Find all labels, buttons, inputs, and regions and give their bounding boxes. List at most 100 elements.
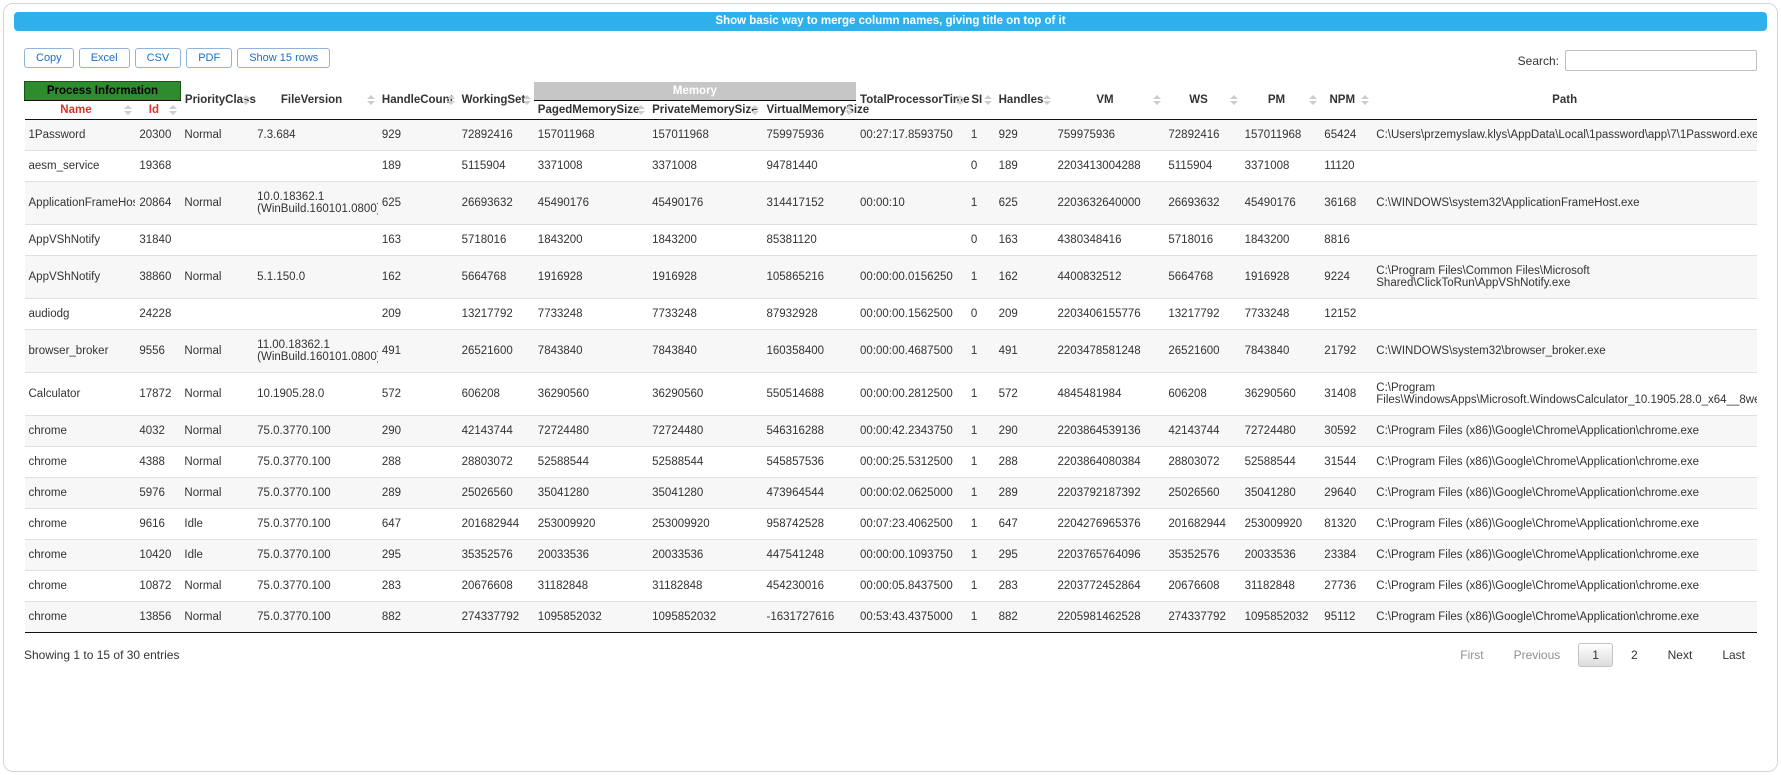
cell-totalprocessortime: 00:00:00.4687500: [856, 330, 967, 373]
csv-button[interactable]: CSV: [135, 48, 182, 68]
column-header-path[interactable]: Path: [1372, 82, 1757, 120]
cell-si: 1: [967, 447, 995, 478]
cell-pm: 52588544: [1241, 447, 1321, 478]
entries-info: Showing 1 to 15 of 30 entries: [24, 648, 179, 662]
cell-workingset: 26521600: [458, 330, 534, 373]
cell-handlecount: 572: [378, 373, 458, 416]
pagination-page-1[interactable]: 1: [1578, 643, 1613, 667]
cell-workingset: 5115904: [458, 151, 534, 182]
column-header-handles[interactable]: Handles: [995, 82, 1054, 120]
cell-ws: 28803072: [1164, 447, 1240, 478]
cell-name: ApplicationFrameHost: [25, 182, 136, 225]
column-header-totalprocessortime[interactable]: TotalProcessorTime: [856, 82, 967, 120]
search-input[interactable]: [1565, 50, 1757, 71]
cell-npm: 27736: [1320, 571, 1372, 602]
cell-name: chrome: [25, 571, 136, 602]
cell-handlecount: 209: [378, 299, 458, 330]
table-row: 1Password20300Normal7.3.6849297289241615…: [25, 120, 1758, 151]
cell-handlecount: 491: [378, 330, 458, 373]
cell-si: 0: [967, 225, 995, 256]
cell-virtualmemorysize: 550514688: [762, 373, 856, 416]
cell-privatememorysize: 157011968: [648, 120, 762, 151]
cell-id: 38860: [135, 256, 180, 299]
cell-totalprocessortime: 00:07:23.4062500: [856, 509, 967, 540]
cell-fileversion: 75.0.3770.100: [253, 447, 378, 478]
pagination-next[interactable]: Next: [1656, 644, 1705, 666]
pdf-button[interactable]: PDF: [186, 48, 232, 68]
cell-path: C:\WINDOWS\system32\browser_broker.exe: [1372, 330, 1757, 373]
cell-vm: 2203864080384: [1054, 447, 1165, 478]
column-header-ws[interactable]: WS: [1164, 82, 1240, 120]
cell-pagedmemorysize: 36290560: [534, 373, 648, 416]
column-header-virtualmemorysize[interactable]: VirtualMemorySize: [762, 101, 856, 120]
column-header-workingset[interactable]: WorkingSet: [458, 82, 534, 120]
toolbar: Copy Excel CSV PDF Show 15 rows Search:: [24, 48, 1757, 71]
cell-path: [1372, 151, 1757, 182]
cell-virtualmemorysize: 958742528: [762, 509, 856, 540]
cell-pm: 20033536: [1241, 540, 1321, 571]
cell-name: chrome: [25, 540, 136, 571]
cell-name: aesm_service: [25, 151, 136, 182]
cell-si: 1: [967, 373, 995, 416]
column-header-handlecount[interactable]: HandleCount: [378, 82, 458, 120]
cell-si: 1: [967, 602, 995, 633]
cell-handles: 929: [995, 120, 1054, 151]
cell-privatememorysize: 52588544: [648, 447, 762, 478]
pagination-page-2[interactable]: 2: [1619, 644, 1650, 666]
cell-si: 1: [967, 256, 995, 299]
column-label: PagedMemorySize: [538, 104, 640, 116]
excel-button[interactable]: Excel: [79, 48, 130, 68]
group-header-process-information: Process Information: [25, 82, 181, 101]
cell-fileversion: 75.0.3770.100: [253, 509, 378, 540]
column-header-privatememorysize[interactable]: PrivateMemorySize: [648, 101, 762, 120]
cell-name: chrome: [25, 447, 136, 478]
column-label: HandleCount: [382, 94, 454, 106]
column-header-pagedmemorysize[interactable]: PagedMemorySize: [534, 101, 648, 120]
cell-handles: 295: [995, 540, 1054, 571]
table-footer: Showing 1 to 15 of 30 entries First Prev…: [14, 633, 1767, 669]
cell-pm: 1843200: [1241, 225, 1321, 256]
cell-priorityclass: [180, 225, 253, 256]
column-header-id[interactable]: Id: [135, 101, 180, 120]
cell-virtualmemorysize: 87932928: [762, 299, 856, 330]
cell-vm: 759975936: [1054, 120, 1165, 151]
cell-workingset: 13217792: [458, 299, 534, 330]
table-body: 1Password20300Normal7.3.6849297289241615…: [25, 120, 1758, 633]
pagination-first[interactable]: First: [1448, 644, 1495, 666]
column-header-npm[interactable]: NPM: [1320, 82, 1372, 120]
cell-si: 1: [967, 571, 995, 602]
cell-vm: 4380348416: [1054, 225, 1165, 256]
cell-ws: 274337792: [1164, 602, 1240, 633]
column-header-si[interactable]: SI: [967, 82, 995, 120]
cell-id: 13856: [135, 602, 180, 633]
column-header-fileversion[interactable]: FileVersion: [253, 82, 378, 120]
cell-priorityclass: Normal: [180, 256, 253, 299]
cell-vm: 2203792187392: [1054, 478, 1165, 509]
cell-path: C:\Program Files (x86)\Google\Chrome\App…: [1372, 540, 1757, 571]
table-row: chrome4388Normal75.0.3770.10028828803072…: [25, 447, 1758, 478]
pagination-last[interactable]: Last: [1710, 644, 1757, 666]
cell-privatememorysize: 31182848: [648, 571, 762, 602]
cell-workingset: 72892416: [458, 120, 534, 151]
cell-ws: 606208: [1164, 373, 1240, 416]
pagination-previous[interactable]: Previous: [1502, 644, 1573, 666]
copy-button[interactable]: Copy: [24, 48, 74, 68]
cell-totalprocessortime: 00:00:10: [856, 182, 967, 225]
cell-priorityclass: Normal: [180, 602, 253, 633]
sort-icon: [845, 105, 853, 115]
column-label: PrivateMemorySize: [652, 104, 757, 116]
show-rows-button[interactable]: Show 15 rows: [237, 48, 330, 68]
table-row: ApplicationFrameHost20864Normal10.0.1836…: [25, 182, 1758, 225]
column-header-name[interactable]: Name: [25, 101, 136, 120]
column-header-vm[interactable]: VM: [1054, 82, 1165, 120]
table-row: chrome10420Idle75.0.3770.100295353525762…: [25, 540, 1758, 571]
cell-handlecount: 290: [378, 416, 458, 447]
cell-npm: 8816: [1320, 225, 1372, 256]
cell-totalprocessortime: 00:00:02.0625000: [856, 478, 967, 509]
cell-virtualmemorysize: 545857536: [762, 447, 856, 478]
column-header-priorityclass[interactable]: PriorityClass: [180, 82, 253, 120]
cell-si: 1: [967, 540, 995, 571]
cell-npm: 21792: [1320, 330, 1372, 373]
cell-npm: 31544: [1320, 447, 1372, 478]
column-header-pm[interactable]: PM: [1241, 82, 1321, 120]
